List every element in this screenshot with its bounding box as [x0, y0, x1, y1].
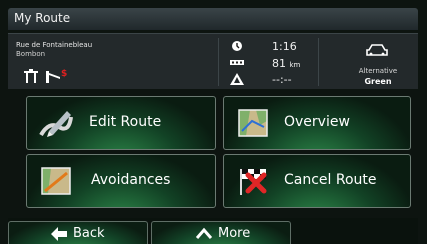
- divider: [218, 38, 219, 86]
- overview-button[interactable]: Overview: [223, 96, 411, 150]
- more-label: More: [218, 226, 251, 241]
- map-overview-icon: [238, 109, 268, 137]
- edit-route-button[interactable]: Edit Route: [26, 96, 216, 150]
- chevron-up-icon: [196, 227, 212, 239]
- clock-icon: [232, 41, 242, 51]
- cancel-route-label: Cancel Route: [284, 172, 377, 188]
- highway-icon: [24, 69, 38, 83]
- cancel-route-button[interactable]: Cancel Route: [223, 154, 411, 208]
- avoidances-map-icon: [41, 167, 71, 195]
- avoidances-button[interactable]: Avoidances: [26, 154, 216, 208]
- warning-triangle-icon: [230, 73, 244, 85]
- address-street: Rue de Fontainebleau: [16, 41, 93, 49]
- distance-icon: [230, 60, 244, 65]
- car-icon: [366, 44, 388, 56]
- travel-time: 1:16: [272, 40, 297, 53]
- distance-row: 81 km: [230, 57, 330, 71]
- overview-label: Overview: [284, 114, 350, 130]
- svg-text:$: $: [61, 69, 67, 79]
- address-city: Bombon: [16, 50, 46, 58]
- title-bar: My Route: [8, 8, 418, 30]
- back-button[interactable]: Back: [8, 221, 148, 244]
- arrow-left-icon: [51, 227, 67, 241]
- distance-value: 81: [272, 57, 286, 70]
- edit-route-icon: [39, 111, 73, 137]
- route-info-panel: Rue de Fontainebleau Bombon $ Alternativ…: [8, 33, 418, 89]
- toll-road-icon: $: [46, 69, 67, 83]
- screen-title: My Route: [14, 11, 71, 25]
- back-label: Back: [73, 226, 105, 241]
- time-row: 1:16: [230, 40, 330, 54]
- edit-route-label: Edit Route: [89, 114, 162, 130]
- route-type-label: Alternative: [358, 67, 398, 75]
- arrival-time: --:--: [272, 73, 292, 86]
- cancel-route-icon: [240, 169, 267, 195]
- avoidances-label: Avoidances: [91, 172, 171, 188]
- distance-unit: km: [289, 61, 301, 69]
- eta-row: --:--: [230, 73, 330, 87]
- route-type-value: Green: [364, 77, 392, 86]
- my-route-screen: My Route Rue de Fontainebleau Bombon $ A…: [0, 0, 427, 244]
- more-button[interactable]: More: [151, 221, 291, 244]
